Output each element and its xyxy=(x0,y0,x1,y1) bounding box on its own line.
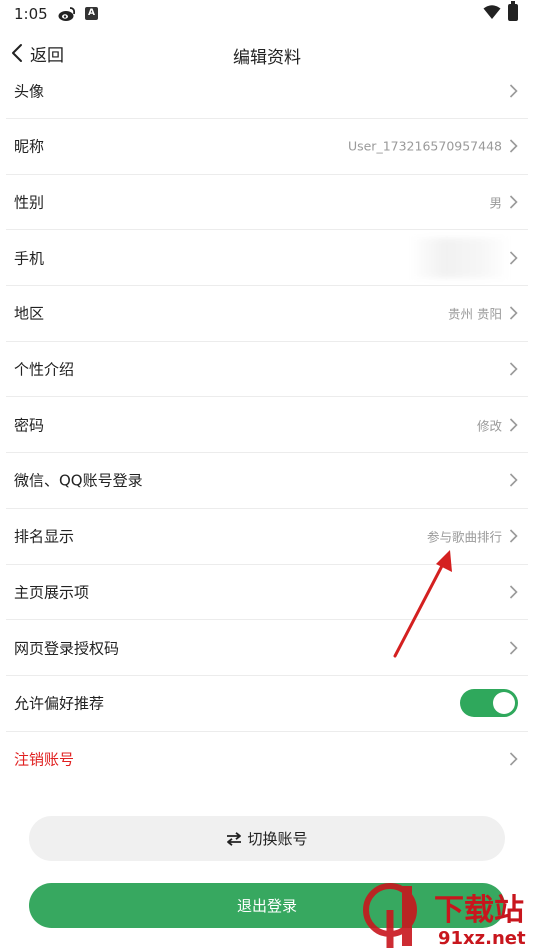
wifi-icon xyxy=(483,5,501,19)
battery-icon xyxy=(508,1,518,21)
row-phone[interactable]: 手机 xyxy=(6,230,528,287)
row-value: 贵州 贵阳 xyxy=(448,306,502,322)
redacted-phone xyxy=(410,237,510,278)
chevron-right-icon xyxy=(509,752,518,766)
switch-account-label: 切换账号 xyxy=(247,830,308,848)
row-label: 允许偏好推荐 xyxy=(14,694,105,713)
chevron-right-icon xyxy=(509,640,518,655)
chevron-right-icon xyxy=(509,251,518,265)
watermark-domain: 91xz.net xyxy=(438,928,526,949)
swap-arrows-icon xyxy=(227,831,242,846)
status-time: 1:05 xyxy=(14,5,48,23)
site-watermark: 下载站 91xz.net xyxy=(363,883,526,949)
weibo-icon xyxy=(58,7,76,21)
row-value: 男 xyxy=(489,195,502,211)
chevron-right-icon xyxy=(509,473,518,488)
chevron-right-icon xyxy=(509,306,518,320)
chevron-right-icon xyxy=(509,529,518,543)
row-label: 注销账号 xyxy=(14,750,75,769)
row-label: 微信、QQ账号登录 xyxy=(14,471,143,490)
toggle-knob xyxy=(493,692,515,715)
logout-label: 退出登录 xyxy=(236,897,297,915)
row-value: 修改 xyxy=(476,418,502,434)
chevron-right-icon xyxy=(509,139,518,153)
switch-account-button[interactable]: 切换账号 xyxy=(29,816,505,861)
chevron-right-icon xyxy=(509,585,518,599)
status-bar: 1:05 A xyxy=(0,0,534,30)
row-label: 昵称 xyxy=(14,137,45,156)
chevron-right-icon xyxy=(509,362,518,376)
row-preference-recommend: 允许偏好推荐 xyxy=(6,676,528,732)
row-wechat-qq-login[interactable]: 微信、QQ账号登录 xyxy=(6,453,528,509)
row-delete-account[interactable]: 注销账号 xyxy=(6,732,528,788)
row-label: 地区 xyxy=(14,304,45,323)
row-label: 头像 xyxy=(14,82,45,101)
row-region[interactable]: 地区 贵州 贵阳 xyxy=(6,286,528,342)
row-avatar[interactable]: 头像 xyxy=(6,64,528,119)
row-nickname[interactable]: 昵称 User_173216570957448 xyxy=(6,119,528,175)
row-label: 网页登录授权码 xyxy=(14,639,120,658)
row-label: 排名显示 xyxy=(14,527,75,546)
row-value: 参与歌曲排行 xyxy=(426,529,502,545)
a-icon: A xyxy=(85,7,98,20)
row-label: 个性介绍 xyxy=(14,360,75,379)
row-bio[interactable]: 个性介绍 xyxy=(6,342,528,398)
chevron-right-icon xyxy=(509,195,518,209)
preference-toggle[interactable] xyxy=(460,689,518,718)
settings-list: 头像 昵称 User_173216570957448 性别 男 手机 地区 贵州… xyxy=(0,64,534,787)
row-label: 密码 xyxy=(14,416,45,435)
chevron-right-icon xyxy=(509,418,518,432)
row-label: 性别 xyxy=(14,193,45,212)
row-label: 手机 xyxy=(14,249,45,268)
watermark-brand: 下载站 xyxy=(434,893,524,928)
row-gender[interactable]: 性别 男 xyxy=(6,175,528,231)
row-password[interactable]: 密码 修改 xyxy=(6,397,528,454)
annotation-arrow-icon xyxy=(393,550,452,658)
row-label: 主页展示项 xyxy=(14,583,90,602)
row-value: User_173216570957448 xyxy=(347,138,502,154)
chevron-right-icon xyxy=(509,84,518,98)
